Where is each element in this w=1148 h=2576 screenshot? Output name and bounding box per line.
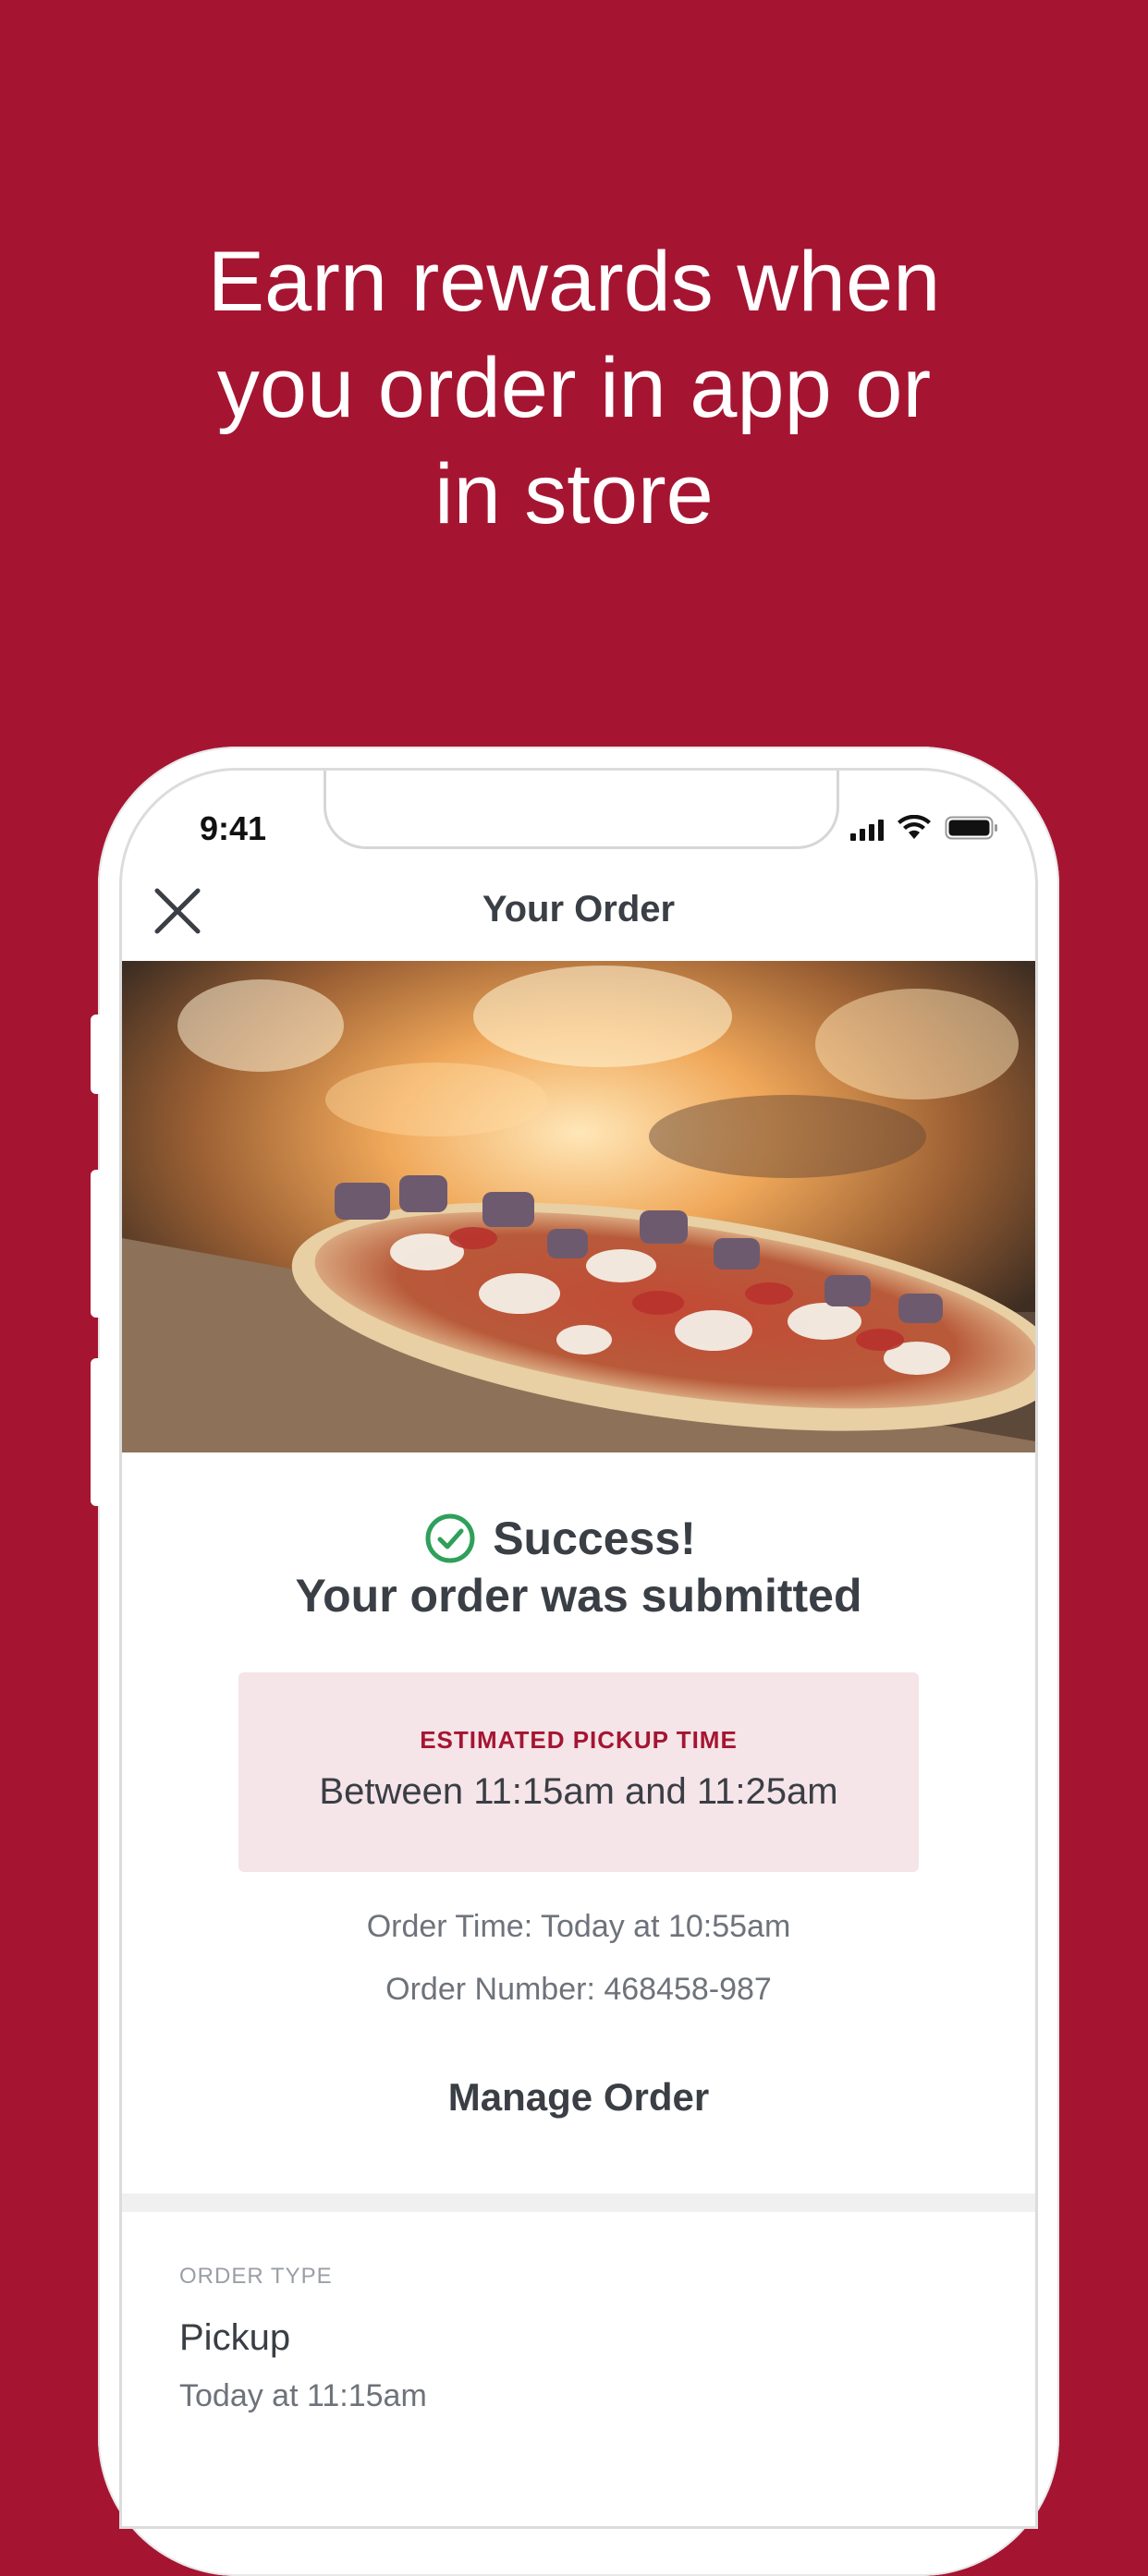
order-type-time: Today at 11:15am [179, 2378, 427, 2413]
promo-headline: Earn rewards when you order in app or in… [0, 229, 1148, 548]
phone-volume-down-button [91, 1358, 102, 1506]
estimated-pickup-label: ESTIMATED PICKUP TIME [420, 1726, 738, 1754]
phone-screen: 9:41 Your Order Success! Your order was … [122, 771, 1035, 2526]
estimated-pickup-value: Between 11:15am and 11:25am [319, 1771, 838, 1812]
page-title: Your Order [482, 889, 676, 930]
order-number-text: Order Number: 468458-987 [385, 1972, 772, 2007]
order-type-value: Pickup [179, 2317, 291, 2358]
success-check-icon [425, 1513, 475, 1563]
manage-order-button[interactable]: Manage Order [122, 2075, 1035, 2120]
battery-icon [945, 816, 997, 840]
phone-mute-switch [91, 1015, 102, 1094]
status-bar-icons [850, 815, 998, 841]
headline-line-1: Earn rewards when [207, 235, 941, 329]
order-success-message: Success! Your order was submitted [122, 1510, 1035, 1624]
estimated-pickup-card: ESTIMATED PICKUP TIME Between 11:15am an… [238, 1672, 919, 1872]
order-time-text: Order Time: Today at 10:55am [366, 1909, 791, 1944]
status-bar-time: 9:41 [200, 809, 267, 847]
navigation-bar: Your Order [122, 863, 1035, 962]
pizza-photo [122, 961, 1035, 1452]
cellular-signal-icon [850, 819, 884, 841]
phone-volume-up-button [91, 1170, 102, 1318]
headline-line-3: in store [434, 447, 714, 541]
order-type-label: ORDER TYPE [179, 2264, 333, 2289]
success-label: Success! [493, 1513, 696, 1564]
pizza-hero-image [122, 961, 1035, 1452]
wifi-icon [898, 815, 931, 839]
headline-line-2: you order in app or [216, 341, 932, 435]
phone-notch [324, 771, 839, 849]
section-divider [122, 2193, 1035, 2212]
order-submitted-label: Your order was submitted [295, 1570, 862, 1622]
